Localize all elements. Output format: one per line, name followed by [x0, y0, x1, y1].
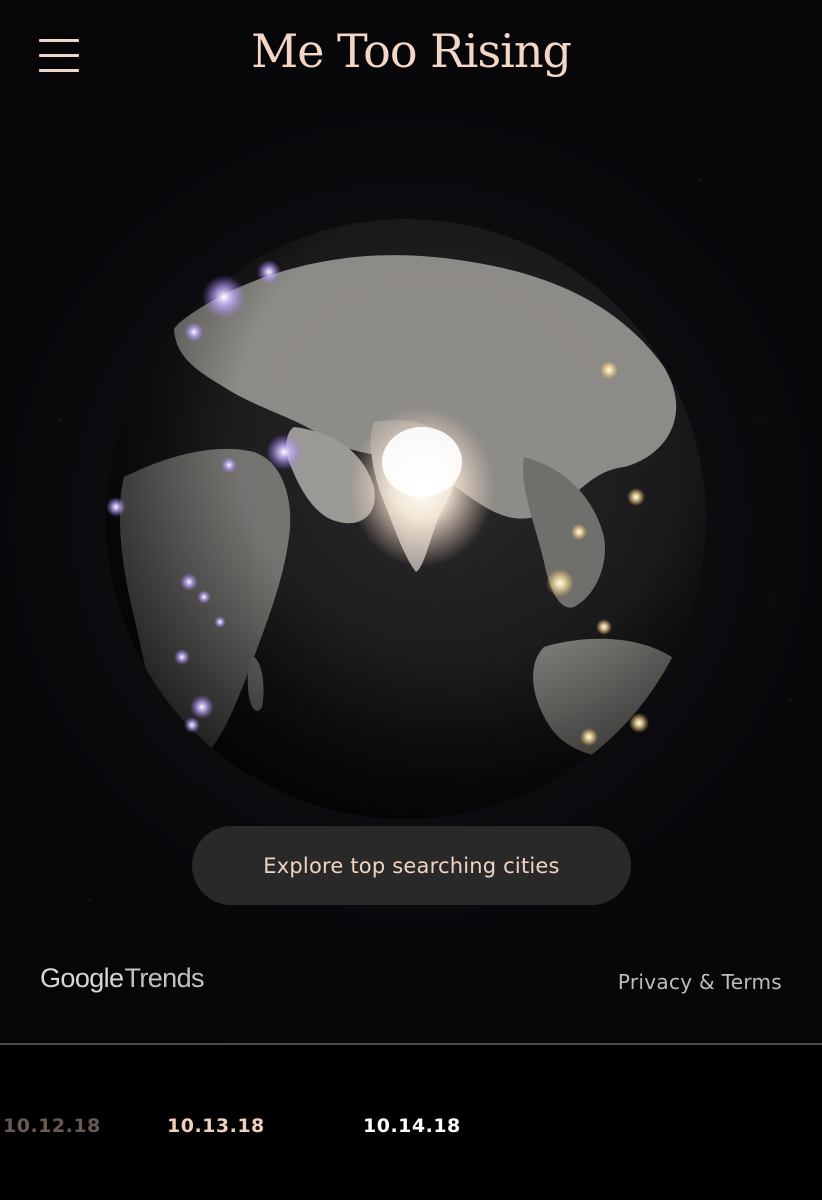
hotspot-india: [350, 407, 494, 567]
explore-cities-button[interactable]: Explore top searching cities: [192, 826, 631, 905]
google-trends-logo-google: Google: [40, 963, 124, 993]
app-root: Me Too Rising Explore top searching citi…: [0, 0, 822, 1200]
page-title: Me Too Rising: [251, 24, 572, 78]
google-trends-logo: Google Trends: [40, 963, 205, 999]
timeline-date[interactable]: 10.13.18: [167, 1115, 265, 1137]
privacy-terms-link[interactable]: Privacy & Terms: [618, 970, 782, 994]
timeline-date[interactable]: 10.12.18: [3, 1115, 101, 1137]
timeline-bar[interactable]: 10.12.18 10.13.18 10.14.18: [0, 1043, 822, 1200]
timeline-date-current[interactable]: 10.14.18: [363, 1115, 461, 1137]
globe-visualization[interactable]: [104, 217, 708, 821]
google-trends-logo-trends: Trends: [124, 963, 204, 993]
